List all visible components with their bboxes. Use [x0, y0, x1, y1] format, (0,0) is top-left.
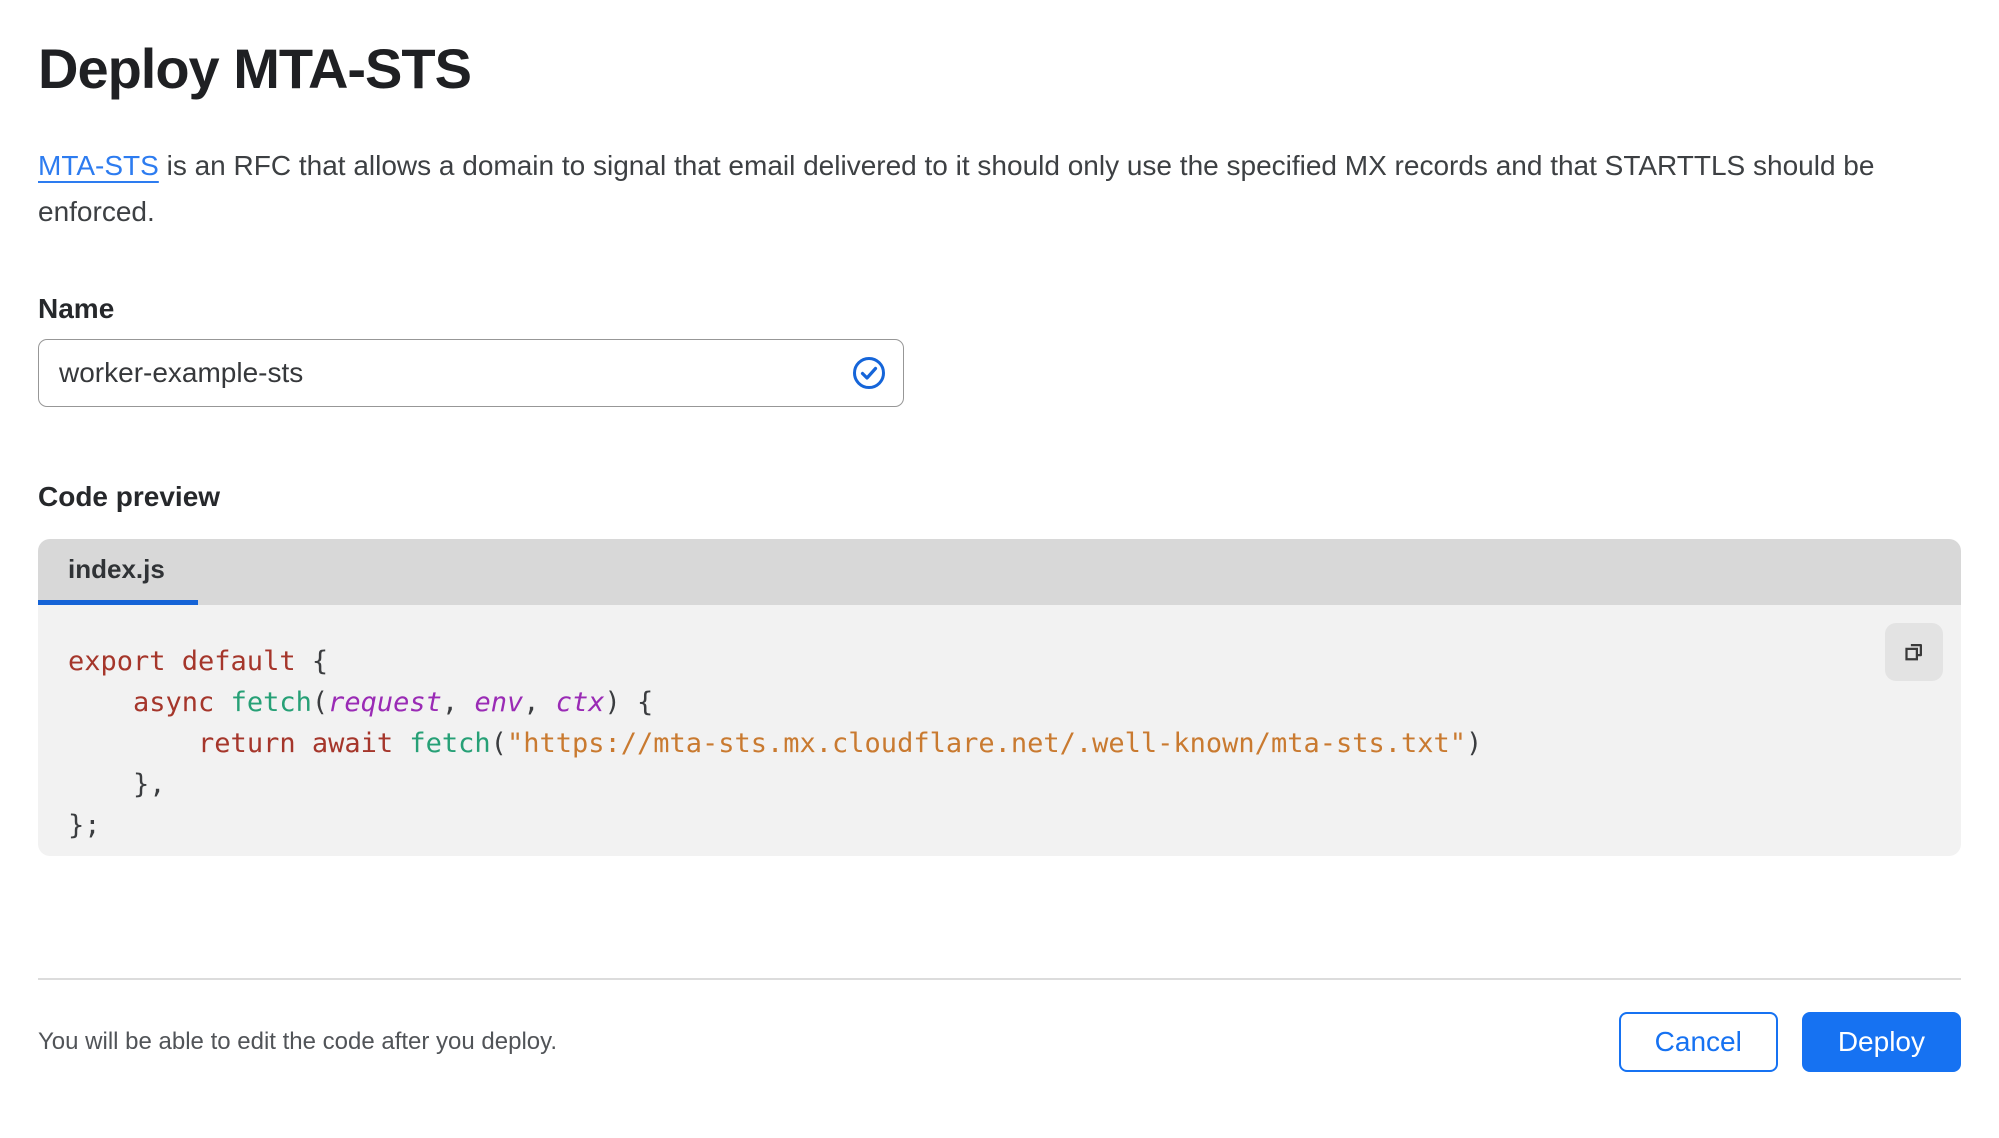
- tab-index-js[interactable]: index.js: [38, 539, 198, 605]
- divider: [38, 978, 1961, 980]
- code-line: async fetch(request, env, ctx) {: [133, 687, 654, 718]
- code-line: },: [68, 769, 166, 800]
- code-editor: index.js export default { async fetch(re…: [38, 539, 1961, 856]
- editor-tab-bar: index.js: [38, 539, 1961, 605]
- cancel-button[interactable]: Cancel: [1618, 1012, 1778, 1072]
- code-block: export default { async fetch(request, en…: [68, 641, 1961, 846]
- name-input-wrap: [38, 339, 904, 407]
- name-label: Name: [38, 293, 115, 324]
- code-area: export default { async fetch(request, en…: [38, 605, 1961, 856]
- description-text: is an RFC that allows a domain to signal…: [38, 150, 1875, 227]
- check-circle-icon: [852, 356, 886, 390]
- code-line: export default {: [68, 646, 329, 677]
- deploy-button[interactable]: Deploy: [1801, 1012, 1961, 1072]
- name-input[interactable]: [38, 339, 904, 407]
- footer-actions: Cancel Deploy: [1618, 1012, 1961, 1072]
- page-title: Deploy MTA-STS: [38, 37, 472, 100]
- deploy-mta-sts-page: Deploy MTA-STS MTA-STS is an RFC that al…: [0, 0, 1999, 1138]
- description: MTA-STS is an RFC that allows a domain t…: [38, 143, 1948, 235]
- code-line: return await fetch("https://mta-sts.mx.c…: [198, 728, 1483, 759]
- code-line: };: [68, 810, 101, 841]
- copy-button[interactable]: [1885, 623, 1943, 681]
- footer-note: You will be able to edit the code after …: [38, 1028, 558, 1055]
- footer: You will be able to edit the code after …: [38, 1012, 1961, 1072]
- copy-icon: [1905, 644, 1922, 661]
- mta-sts-link[interactable]: MTA-STS: [38, 150, 159, 181]
- tab-label: index.js: [68, 554, 165, 584]
- code-preview-label: Code preview: [38, 481, 221, 512]
